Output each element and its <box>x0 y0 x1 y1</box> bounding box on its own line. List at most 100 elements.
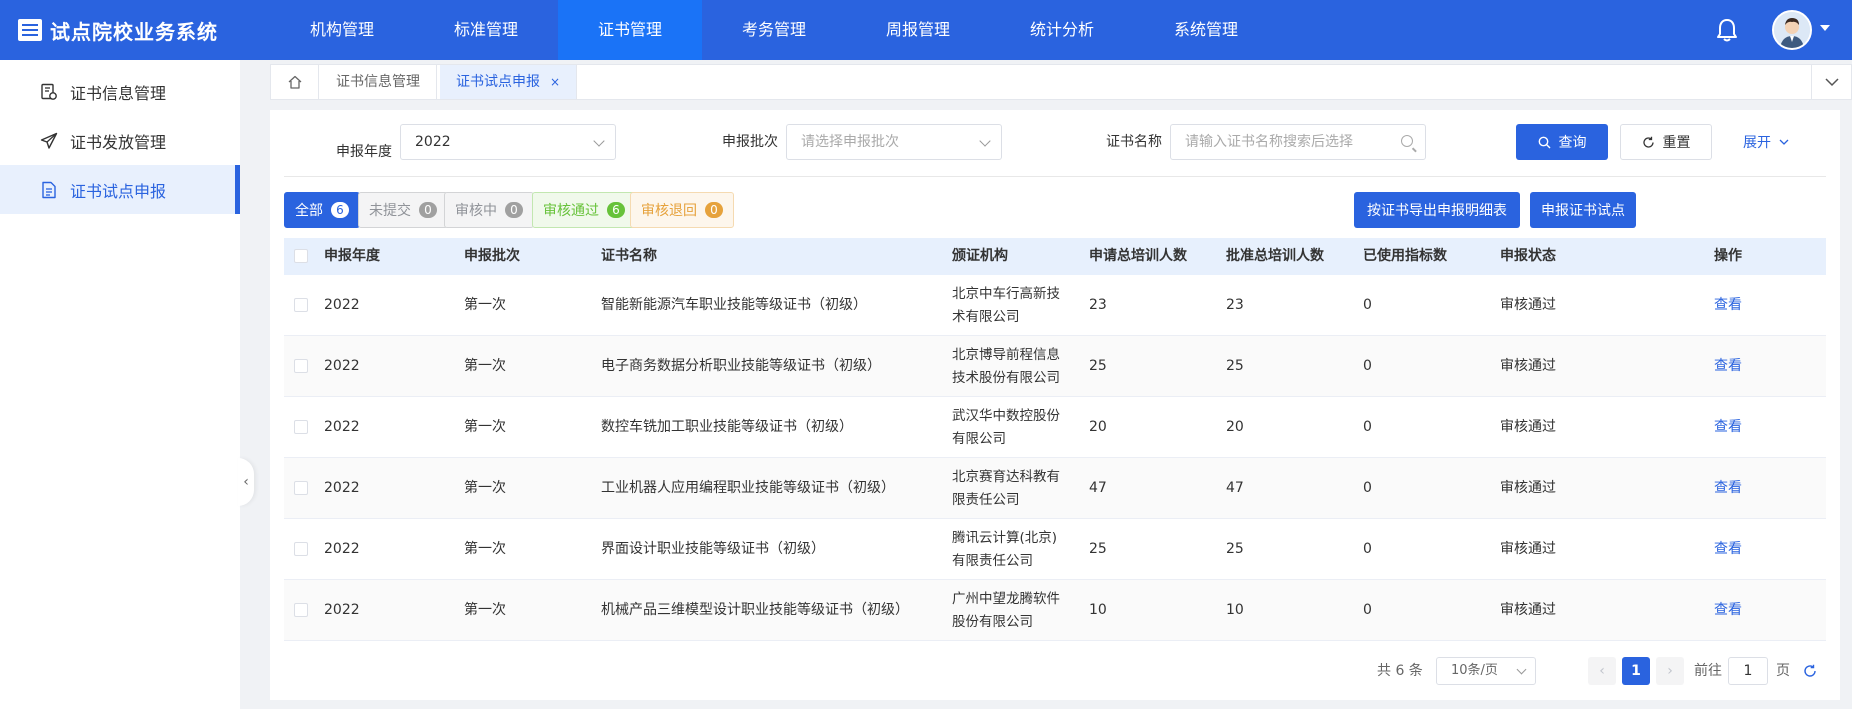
view-link[interactable]: 查看 <box>1714 336 1742 396</box>
column-header: 申报年度 <box>324 248 380 264</box>
row-checkbox[interactable] <box>294 420 308 434</box>
status-tab-label: 全部 <box>295 203 323 219</box>
cell-applied: 25 <box>1089 358 1107 374</box>
export-details-button[interactable]: 按证书导出申报明细表 <box>1354 192 1520 228</box>
cell-status: 审核通过 <box>1500 541 1556 557</box>
sidebar-item-cert-info[interactable]: 证书信息管理 <box>0 67 240 116</box>
prev-page-button[interactable]: ‹ <box>1588 657 1616 685</box>
chevron-down-icon <box>1516 664 1527 675</box>
expand-filters-toggle[interactable]: 展开 <box>1736 124 1796 160</box>
app-logo[interactable]: 试点院校业务系统 <box>18 0 218 60</box>
status-tab-label: 审核中 <box>455 203 497 219</box>
status-tab-reviewing[interactable]: 审核中 0 <box>444 192 534 228</box>
view-link[interactable]: 查看 <box>1714 519 1742 579</box>
cell-year: 2022 <box>324 541 360 557</box>
status-tab-label: 审核通过 <box>543 203 599 219</box>
refresh-icon <box>1642 136 1654 148</box>
nav-item-org[interactable]: 机构管理 <box>270 0 414 60</box>
close-icon[interactable]: × <box>550 75 560 89</box>
cell-batch: 第一次 <box>464 480 506 496</box>
status-tab-returned[interactable]: 审核退回 0 <box>630 192 734 228</box>
cell-status: 审核通过 <box>1500 602 1556 618</box>
table-row: 2022 第一次 工业机器人应用编程职业技能等级证书（初级） 北京赛育达科教有限… <box>284 458 1826 519</box>
view-link[interactable]: 查看 <box>1714 580 1742 640</box>
user-avatar[interactable] <box>1772 10 1812 50</box>
cell-org: 北京赛育达科教有限责任公司 <box>952 469 1060 508</box>
nav-item-weekly[interactable]: 周报管理 <box>846 0 990 60</box>
sidebar-item-cert-apply[interactable]: 证书试点申报 <box>0 165 240 214</box>
cell-year: 2022 <box>324 419 360 435</box>
tab-bar: 证书信息管理 证书试点申报 × <box>270 64 1852 100</box>
row-checkbox[interactable] <box>294 603 308 617</box>
cell-org: 武汉华中数控股份有限公司 <box>952 408 1060 447</box>
cell-approved: 23 <box>1226 297 1244 313</box>
nav-item-system[interactable]: 系统管理 <box>1134 0 1278 60</box>
table-row: 2022 第一次 界面设计职业技能等级证书（初级） 腾讯云计算(北京)有限责任公… <box>284 519 1826 580</box>
next-page-button[interactable]: › <box>1656 657 1684 685</box>
cell-org: 广州中望龙腾软件股份有限公司 <box>952 591 1060 630</box>
row-checkbox[interactable] <box>294 359 308 373</box>
row-checkbox[interactable] <box>294 481 308 495</box>
home-tab[interactable] <box>271 65 319 99</box>
search-button[interactable]: 查询 <box>1516 124 1608 160</box>
app-title: 试点院校业务系统 <box>50 19 218 44</box>
table-row: 2022 第一次 智能新能源汽车职业技能等级证书（初级） 北京中车行高新技术有限… <box>284 275 1826 336</box>
main-nav: 机构管理 标准管理 证书管理 考务管理 周报管理 统计分析 系统管理 <box>270 0 1278 60</box>
row-checkbox[interactable] <box>294 298 308 312</box>
goto-page-input[interactable]: 1 <box>1728 657 1768 685</box>
status-tab-all[interactable]: 全部 6 <box>284 192 360 228</box>
cell-batch: 第一次 <box>464 541 506 557</box>
page-size-value: 10条/页 <box>1451 663 1498 678</box>
year-select[interactable]: 2022 <box>400 124 616 160</box>
batch-placeholder: 请选择申报批次 <box>801 134 899 150</box>
nav-item-statistics[interactable]: 统计分析 <box>990 0 1134 60</box>
cell-used: 0 <box>1363 541 1372 557</box>
sidebar-item-cert-issue[interactable]: 证书发放管理 <box>0 116 240 165</box>
cell-cert-name: 数控车铣加工职业技能等级证书（初级） <box>601 419 853 435</box>
row-checkbox[interactable] <box>294 542 308 556</box>
tab-cert-apply[interactable]: 证书试点申报 × <box>440 65 578 99</box>
cell-approved: 25 <box>1226 541 1244 557</box>
page-size-select[interactable]: 10条/页 <box>1436 657 1536 685</box>
cell-approved: 10 <box>1226 602 1244 618</box>
book-logo-icon <box>18 19 42 41</box>
column-header: 申报批次 <box>464 248 520 264</box>
table-row: 2022 第一次 数控车铣加工职业技能等级证书（初级） 武汉华中数控股份有限公司… <box>284 397 1826 458</box>
view-link[interactable]: 查看 <box>1714 275 1742 335</box>
status-tab-label: 审核退回 <box>641 203 697 219</box>
refresh-icon[interactable] <box>1802 663 1818 679</box>
sidebar-collapse-toggle[interactable]: ‹ <box>238 458 254 506</box>
column-header: 申报状态 <box>1500 248 1556 264</box>
sidebar: 证书信息管理 证书发放管理 证书试点申报 <box>0 60 240 709</box>
nav-item-certificate[interactable]: 证书管理 <box>558 0 702 60</box>
table-row: 2022 第一次 电子商务数据分析职业技能等级证书（初级） 北京博导前程信息技术… <box>284 336 1826 397</box>
status-tab-unsubmitted[interactable]: 未提交 0 <box>358 192 448 228</box>
status-tab-label: 未提交 <box>369 203 411 219</box>
cert-name-label: 证书名称 <box>1106 134 1162 150</box>
status-tab-approved[interactable]: 审核通过 6 <box>532 192 636 228</box>
tab-label: 证书信息管理 <box>336 74 420 90</box>
reset-button-label: 重置 <box>1662 135 1691 151</box>
view-link[interactable]: 查看 <box>1714 397 1742 457</box>
chevron-down-icon <box>979 135 991 147</box>
reset-button[interactable]: 重置 <box>1620 124 1712 160</box>
apply-pilot-button[interactable]: 申报证书试点 <box>1530 192 1636 228</box>
status-count-badge: 6 <box>607 202 625 218</box>
cert-name-search-input[interactable]: 请输入证书名称搜索后选择 <box>1170 124 1426 160</box>
tab-cert-info[interactable]: 证书信息管理 <box>320 65 437 99</box>
user-menu-caret-icon[interactable] <box>1820 25 1830 31</box>
notification-bell-icon[interactable] <box>1712 15 1742 45</box>
batch-select[interactable]: 请选择申报批次 <box>786 124 1002 160</box>
column-header: 颁证机构 <box>952 248 1008 264</box>
nav-item-standard[interactable]: 标准管理 <box>414 0 558 60</box>
column-header: 申请总培训人数 <box>1089 248 1187 264</box>
search-icon <box>1401 135 1413 147</box>
tab-menu-dropdown[interactable] <box>1811 65 1851 99</box>
page-number-button[interactable]: 1 <box>1622 657 1650 685</box>
view-link[interactable]: 查看 <box>1714 458 1742 518</box>
cell-cert-name: 工业机器人应用编程职业技能等级证书（初级） <box>601 480 895 496</box>
select-all-checkbox[interactable] <box>294 249 308 263</box>
status-count-badge: 0 <box>505 202 523 218</box>
column-header: 批准总培训人数 <box>1226 248 1324 264</box>
nav-item-exam[interactable]: 考务管理 <box>702 0 846 60</box>
